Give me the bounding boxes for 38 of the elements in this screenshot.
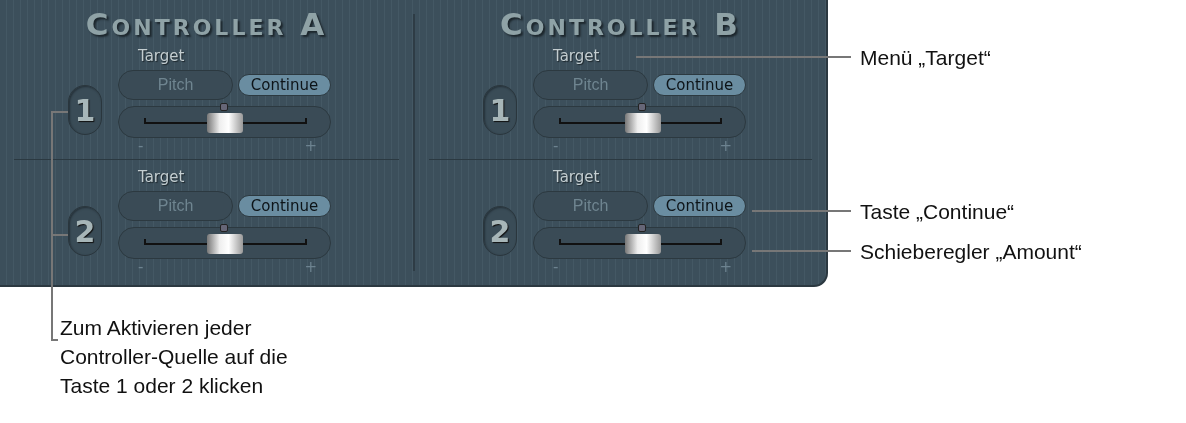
plus-label: + <box>719 138 732 156</box>
slider-thumb[interactable] <box>625 103 661 133</box>
continue-button[interactable]: Continue <box>653 74 746 96</box>
plus-label: + <box>304 259 317 277</box>
controller-heading: Controller B <box>499 5 742 44</box>
minus-label: - <box>553 138 559 156</box>
target-label: Target <box>553 46 600 67</box>
target-label: Target <box>553 167 600 188</box>
target-menu[interactable]: Pitch <box>118 70 233 100</box>
target-label: Target <box>138 46 185 67</box>
source-number-button[interactable]: 2 <box>483 206 517 256</box>
callout-text: Schieberegler „Amount“ <box>860 239 1082 265</box>
continue-button[interactable]: Continue <box>238 195 331 217</box>
target-menu[interactable]: Pitch <box>533 191 648 221</box>
target-menu[interactable]: Pitch <box>533 70 648 100</box>
source-number-button[interactable]: 1 <box>483 85 517 135</box>
minus-label: - <box>553 259 559 277</box>
callout-text: Menü „Target“ <box>860 45 991 71</box>
amount-slider[interactable] <box>533 106 746 138</box>
source-number-button[interactable]: 2 <box>68 206 102 256</box>
slider-thumb[interactable] <box>206 103 243 133</box>
amount-slider[interactable] <box>118 106 331 138</box>
callout-text: Zum Aktivieren jeder Controller-Quelle auf die Taste 1 oder 2 klicken <box>60 315 289 399</box>
continue-button[interactable]: Continue <box>653 195 746 217</box>
plus-label: + <box>304 138 317 156</box>
target-menu[interactable]: Pitch <box>118 191 233 221</box>
controller-heading: Controller A <box>84 5 329 44</box>
continue-button[interactable]: Continue <box>238 74 331 96</box>
amount-slider[interactable] <box>533 227 746 259</box>
slider-thumb[interactable] <box>625 224 661 254</box>
callout-text: Taste „Continue“ <box>860 199 1015 225</box>
amount-slider[interactable] <box>118 227 331 259</box>
target-label: Target <box>138 167 185 188</box>
plus-label: + <box>719 259 732 277</box>
minus-label: - <box>138 259 144 277</box>
source-number-button[interactable]: 1 <box>68 85 102 135</box>
slider-thumb[interactable] <box>206 224 243 254</box>
minus-label: - <box>138 138 144 156</box>
